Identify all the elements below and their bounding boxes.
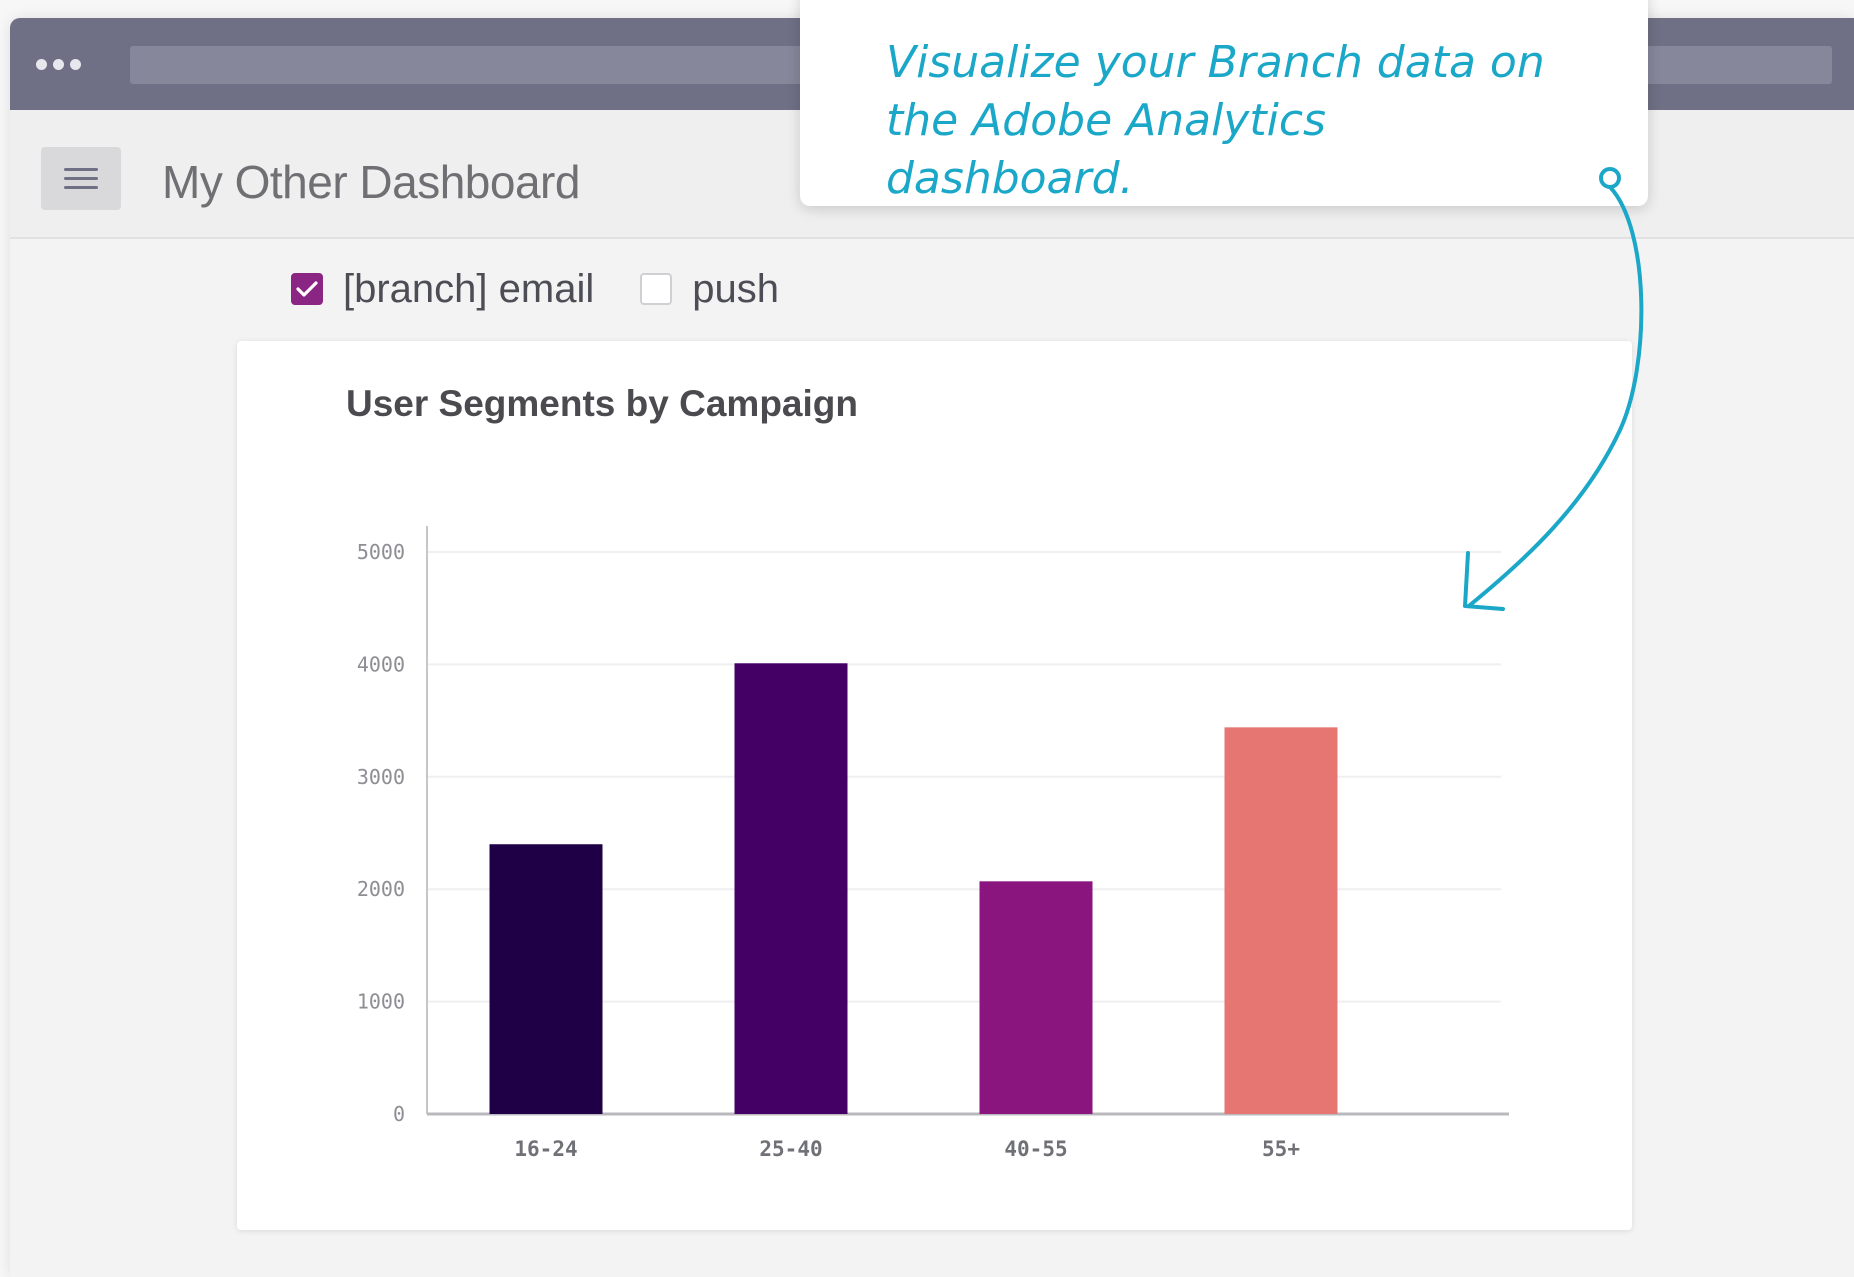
callout-text: Visualize your Branch data on the Adobe … <box>886 37 1545 204</box>
bar-40-55[interactable] <box>979 881 1093 1114</box>
chart-card: User Segments by Campaign 0 1000 2000 3000 4… <box>237 341 1632 1230</box>
window-controls[interactable] <box>36 59 81 70</box>
dashboard-title: My Other Dashboard <box>162 156 580 208</box>
window-dot-icon[interactable] <box>70 59 81 70</box>
y-tick-label: 3000 <box>357 765 405 789</box>
checkbox-unchecked-icon[interactable] <box>640 273 673 305</box>
campaign-filters: [branch] email push <box>291 267 825 311</box>
x-tick-label: 16-24 <box>514 1137 577 1161</box>
y-tick-label: 1000 <box>357 990 405 1014</box>
y-tick-label: 2000 <box>357 877 405 901</box>
filter-push[interactable]: push <box>640 267 779 312</box>
menu-button[interactable] <box>41 147 121 210</box>
y-tick-label: 0 <box>393 1102 405 1126</box>
window-dot-icon[interactable] <box>36 59 47 70</box>
filter-branch-email[interactable]: [branch] email <box>291 267 594 312</box>
filter-label: [branch] email <box>343 266 595 311</box>
bar-25-40[interactable] <box>734 663 848 1114</box>
x-tick-label: 40-55 <box>1004 1137 1067 1161</box>
checkmark-icon <box>296 281 318 297</box>
y-tick-label: 5000 <box>357 540 405 564</box>
checkbox-checked-icon[interactable] <box>291 273 323 305</box>
y-tick-label: 4000 <box>357 652 405 676</box>
filter-label: push <box>692 266 779 311</box>
bar-55+[interactable] <box>1224 727 1338 1114</box>
bar-16-24[interactable] <box>489 844 603 1114</box>
bar-chart: 0 1000 2000 3000 4000 5000 16-24 25-40 40-55 55+ <box>357 526 1509 1161</box>
x-tick-label: 55+ <box>1262 1137 1300 1161</box>
callout-box: Visualize your Branch data on the Adobe … <box>800 0 1648 206</box>
window-dot-icon[interactable] <box>53 59 64 70</box>
x-tick-label: 25-40 <box>759 1137 822 1161</box>
hamburger-icon <box>64 167 98 190</box>
